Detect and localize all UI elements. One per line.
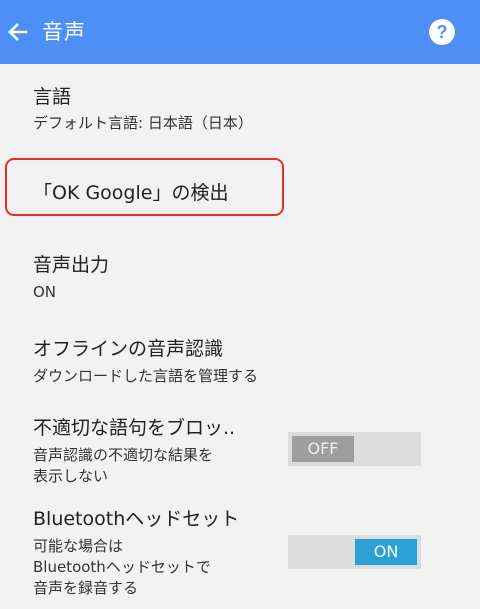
switch-thumb-label: OFF (292, 436, 354, 462)
page-title: 音声 (42, 20, 86, 44)
item-title: Bluetoothヘッドセット (33, 508, 240, 530)
item-title: 言語 (33, 86, 72, 108)
item-subtitle-line: 音声を録音する (33, 579, 139, 597)
help-circle-icon: ? (429, 19, 455, 45)
block-offensive-words-switch[interactable]: OFF (288, 432, 421, 466)
bluetooth-headset-switch[interactable]: ON (288, 535, 421, 569)
speech-output-item[interactable]: 音声出力 ON (0, 243, 480, 309)
item-subtitle: ダウンロードした言語を管理する (33, 367, 259, 385)
item-title: 「OK Google」の検出 (33, 182, 229, 204)
offline-speech-recognition-item[interactable]: オフラインの音声認識 ダウンロードした言語を管理する (0, 327, 480, 395)
item-subtitle-line: 音声認識の不適切な結果を (33, 446, 214, 464)
item-title: 音声出力 (33, 254, 110, 276)
app-bar: 音声 ? (0, 0, 480, 64)
item-title: オフラインの音声認識 (33, 338, 224, 360)
item-subtitle: デフォルト言語: 日本語（日本） (33, 114, 253, 132)
back-button[interactable] (2, 16, 34, 48)
item-subtitle: ON (33, 283, 57, 301)
item-subtitle-line: Bluetoothヘッドセットで (33, 558, 211, 576)
svg-text:?: ? (437, 22, 448, 42)
help-button[interactable]: ? (428, 18, 456, 46)
language-setting-item[interactable]: 言語 デフォルト言語: 日本語（日本） (0, 72, 480, 142)
ok-google-detection-item[interactable]: 「OK Google」の検出 (0, 160, 480, 216)
item-subtitle-line: 可能な場合は (33, 537, 124, 555)
item-title: 不適切な語句をブロッ.. (33, 417, 236, 439)
arrow-left-icon (8, 23, 28, 41)
item-subtitle-line: 表示しない (33, 467, 109, 485)
switch-thumb-label: ON (355, 539, 417, 565)
